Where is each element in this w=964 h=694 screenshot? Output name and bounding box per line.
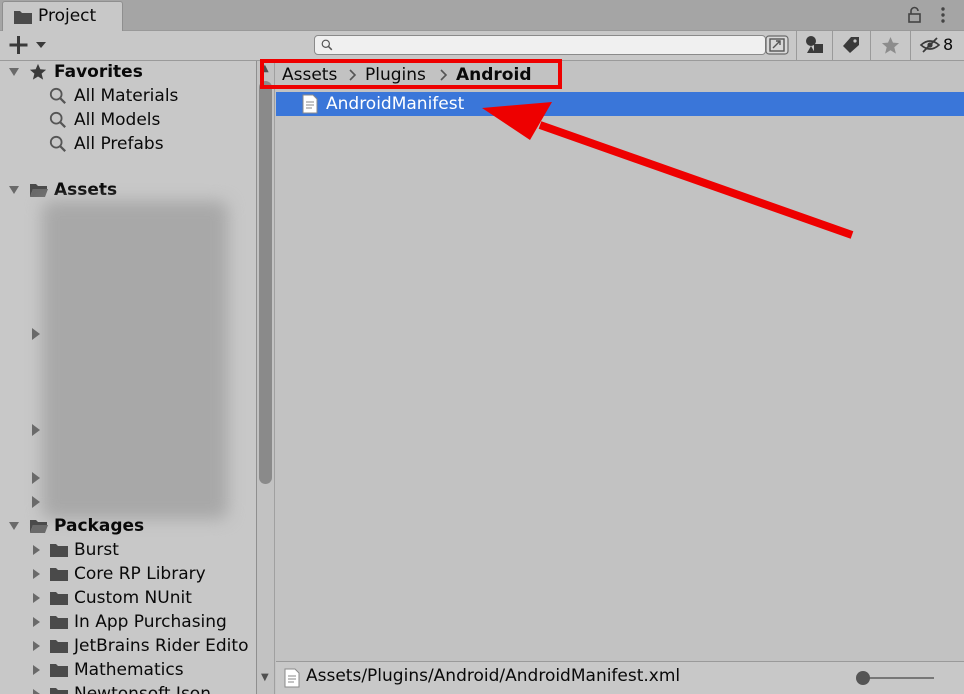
type-filter-button[interactable] <box>796 31 832 60</box>
folder-open-icon <box>29 518 49 534</box>
tree-packages-label: Packages <box>54 516 145 536</box>
search-mode-icon[interactable] <box>764 34 790 56</box>
zoom-slider[interactable] <box>856 670 940 686</box>
favorite-item[interactable]: All Prefabs <box>0 132 256 156</box>
zoom-slider-thumb[interactable] <box>856 671 870 685</box>
search-input[interactable] <box>339 37 749 53</box>
tab-label: Project <box>38 6 97 26</box>
tree-favorites-label: Favorites <box>54 62 143 82</box>
package-item-label: Custom NUnit <box>74 588 192 608</box>
folder-icon <box>49 662 69 678</box>
fold-down-icon[interactable] <box>9 521 19 531</box>
fold-right-icon[interactable] <box>31 328 41 340</box>
package-item-label: Core RP Library <box>74 564 206 584</box>
hidden-count: 8 <box>943 35 954 54</box>
search-icon <box>321 39 333 51</box>
eye-slash-icon <box>919 37 941 53</box>
tree-packages[interactable]: Packages <box>0 514 256 538</box>
folder-icon <box>49 638 69 654</box>
search-icon <box>49 87 67 105</box>
folder-icon <box>49 686 69 694</box>
lock-icon[interactable] <box>906 6 924 24</box>
tag-icon <box>843 37 859 53</box>
favorite-item-label: All Materials <box>74 86 179 106</box>
folder-icon <box>49 590 69 606</box>
package-item[interactable]: Newtonsoft Json <box>0 682 256 694</box>
hidden-packages-toggle[interactable]: 8 <box>910 31 964 60</box>
fold-down-icon[interactable] <box>9 67 19 77</box>
toolbar: 8 <box>0 31 964 61</box>
package-item-label: Newtonsoft Json <box>74 684 211 694</box>
tab-project[interactable]: Project <box>2 1 123 31</box>
label-filter-button[interactable] <box>832 31 868 60</box>
zoom-slider-track[interactable] <box>862 677 934 679</box>
highlight-box <box>260 59 562 89</box>
package-item-label: In App Purchasing <box>74 612 227 632</box>
fold-right-icon[interactable] <box>31 472 41 484</box>
tree-scrollbar[interactable]: ▲ ▼ <box>257 61 275 694</box>
folder-tree: Favorites All Materials All Models All P… <box>0 61 256 694</box>
favorite-item[interactable]: All Models <box>0 108 256 132</box>
fold-right-icon[interactable] <box>31 689 41 694</box>
fold-right-icon[interactable] <box>31 593 41 603</box>
package-item[interactable]: Core RP Library <box>0 562 256 586</box>
package-item-label: Mathematics <box>74 660 184 680</box>
kebab-menu-icon[interactable] <box>934 6 952 24</box>
window-tab-bar: Project <box>0 0 964 31</box>
folder-icon <box>13 9 33 25</box>
search-icon <box>49 135 67 153</box>
folder-icon <box>49 566 69 582</box>
favorite-item[interactable]: All Materials <box>0 84 256 108</box>
text-file-icon <box>284 668 300 688</box>
star-icon <box>29 63 47 80</box>
fold-right-icon[interactable] <box>31 545 41 555</box>
tree-assets-label: Assets <box>54 180 118 200</box>
package-item-label: JetBrains Rider Edito <box>74 636 249 656</box>
scroll-thumb[interactable] <box>259 81 272 484</box>
folder-icon <box>49 614 69 630</box>
fold-right-icon[interactable] <box>31 641 41 651</box>
shapes-icon <box>806 36 823 53</box>
redacted-tree-items <box>42 201 228 519</box>
package-item[interactable]: Custom NUnit <box>0 586 256 610</box>
favorite-filter-button[interactable] <box>870 31 910 60</box>
package-item[interactable]: JetBrains Rider Edito <box>0 634 256 658</box>
status-bar: Assets/Plugins/Android/AndroidManifest.x… <box>276 661 964 694</box>
fold-right-icon[interactable] <box>31 665 41 675</box>
package-item-label: Burst <box>74 540 119 560</box>
star-icon <box>881 36 900 54</box>
package-item[interactable]: Burst <box>0 538 256 562</box>
fold-right-icon[interactable] <box>31 617 41 627</box>
text-file-icon <box>302 94 318 114</box>
search-field[interactable] <box>314 35 766 55</box>
folder-open-icon <box>29 182 49 198</box>
favorite-item-label: All Models <box>74 110 161 130</box>
search-icon <box>49 111 67 129</box>
tree-assets[interactable]: Assets <box>0 178 256 202</box>
file-list-item-selected[interactable]: AndroidManifest <box>276 92 964 116</box>
package-item[interactable]: In App Purchasing <box>0 610 256 634</box>
fold-right-icon[interactable] <box>31 424 41 436</box>
fold-down-icon[interactable] <box>9 185 19 195</box>
selected-asset-path: Assets/Plugins/Android/AndroidManifest.x… <box>306 666 681 686</box>
tree-favorites[interactable]: Favorites <box>0 61 256 84</box>
create-button[interactable] <box>6 33 52 57</box>
fold-right-icon[interactable] <box>31 496 41 508</box>
package-item[interactable]: Mathematics <box>0 658 256 682</box>
favorite-item-label: All Prefabs <box>74 134 164 154</box>
folder-icon <box>49 542 69 558</box>
scroll-down-icon[interactable]: ▼ <box>261 672 269 683</box>
file-name: AndroidManifest <box>326 94 465 114</box>
fold-right-icon[interactable] <box>31 569 41 579</box>
